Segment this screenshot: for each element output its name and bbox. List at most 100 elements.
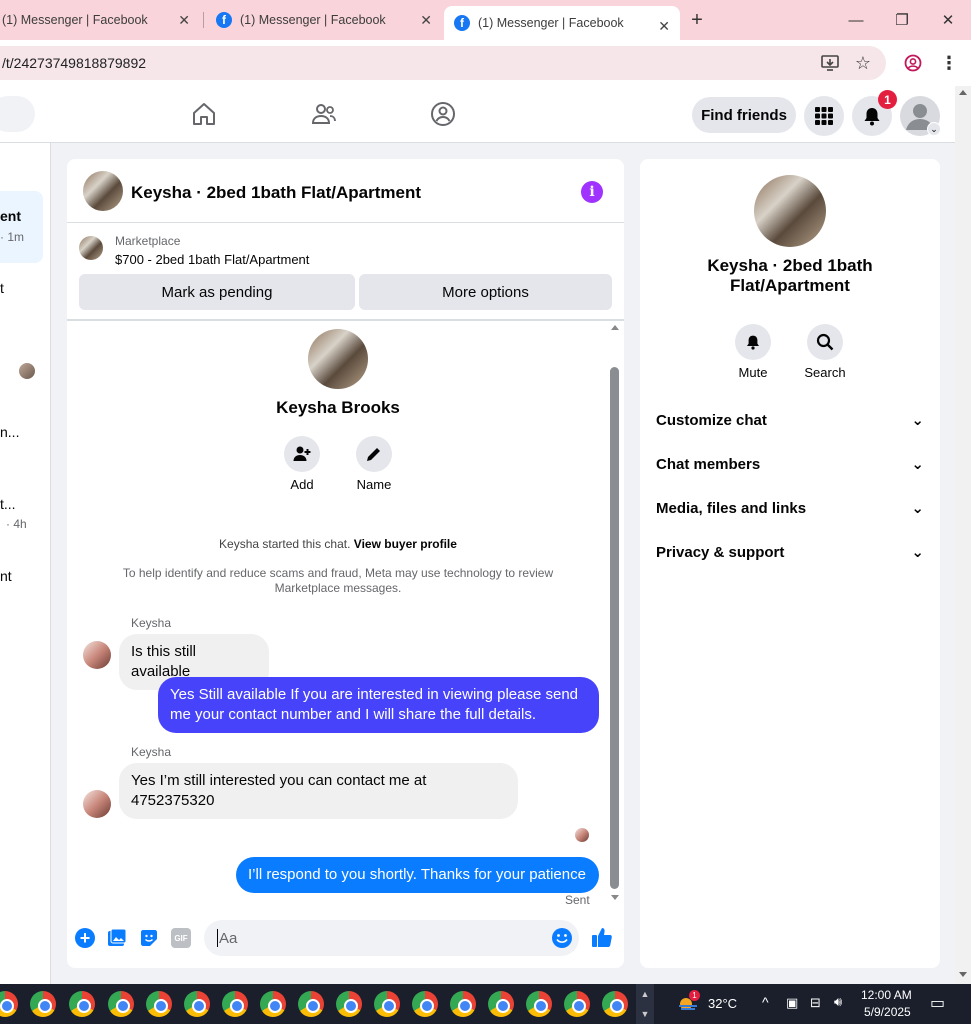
message-input[interactable]: Aa: [204, 920, 579, 956]
chat-avatar[interactable]: [83, 171, 123, 211]
name-button[interactable]: [356, 436, 392, 472]
privacy-support-section[interactable]: Privacy & support ⌄: [656, 540, 924, 564]
chrome-taskbar-icon[interactable]: [260, 991, 286, 1017]
chat-item-time: · 1m: [0, 230, 24, 244]
more-options-button[interactable]: More options: [359, 274, 612, 310]
home-icon[interactable]: [190, 100, 218, 128]
scroll-up-arrow[interactable]: [611, 325, 619, 330]
close-tab-icon[interactable]: ✕: [178, 12, 190, 29]
thumbs-up-icon[interactable]: [591, 926, 613, 948]
chrome-taskbar-icon[interactable]: [450, 991, 476, 1017]
chevron-up-icon[interactable]: ^: [762, 994, 769, 1010]
browser-tab-3-active[interactable]: f (1) Messenger | Facebook ✕: [444, 6, 680, 40]
details-avatar[interactable]: [754, 175, 826, 247]
add-button[interactable]: [284, 436, 320, 472]
chrome-taskbar-icon[interactable]: [488, 991, 514, 1017]
scroll-down-arrow[interactable]: [611, 895, 619, 900]
chrome-taskbar-icon[interactable]: [146, 991, 172, 1017]
chrome-taskbar-icon[interactable]: [374, 991, 400, 1017]
notification-center-icon[interactable]: ▭: [930, 993, 945, 1013]
outgoing-message[interactable]: I’ll respond to you shortly. Thanks for …: [236, 857, 599, 893]
network-icon[interactable]: ⊟: [810, 995, 821, 1011]
browser-tab-2[interactable]: f (1) Messenger | Facebook ✕: [206, 0, 442, 40]
chevron-down-icon[interactable]: ⌄: [927, 122, 941, 136]
chrome-taskbar-icon[interactable]: [184, 991, 210, 1017]
chat-item-title[interactable]: nt: [0, 568, 12, 584]
new-tab-button[interactable]: +: [683, 8, 711, 32]
page-scrollbar[interactable]: [955, 86, 971, 984]
chats-sidebar: ent · 1m t n... t... · 4h nt: [0, 143, 51, 984]
clock-time[interactable]: 12:00 AM: [861, 988, 912, 1002]
info-icon[interactable]: i: [581, 181, 603, 203]
chrome-taskbar-icon[interactable]: [30, 991, 56, 1017]
chrome-taskbar-icon[interactable]: [69, 991, 95, 1017]
window-close-icon[interactable]: ✕: [934, 8, 962, 32]
mark-pending-button[interactable]: Mark as pending: [79, 274, 355, 310]
gif-label: GIF: [174, 933, 188, 943]
scroll-down-arrow[interactable]: [959, 972, 967, 977]
profile-icon[interactable]: [903, 53, 923, 73]
sender-avatar[interactable]: [83, 641, 111, 669]
chat-members-section[interactable]: Chat members ⌄: [656, 452, 924, 476]
friends-icon[interactable]: [310, 100, 338, 128]
chat-item-title[interactable]: t...: [0, 496, 16, 512]
conversation-panel: Keysha · 2bed 1bath Flat/Apartment i Mar…: [67, 159, 624, 968]
plus-icon[interactable]: +: [75, 928, 95, 948]
view-buyer-profile-link[interactable]: View buyer profile: [354, 537, 457, 551]
chrome-taskbar-icon[interactable]: [298, 991, 324, 1017]
minimize-icon[interactable]: —: [842, 8, 870, 32]
search-bar-edge[interactable]: [0, 96, 35, 132]
message-placeholder: Aa: [219, 929, 238, 947]
bookmark-star-icon[interactable]: ☆: [853, 53, 873, 73]
sticker-icon[interactable]: [139, 928, 159, 948]
listing-title[interactable]: $700 - 2bed 1bath Flat/Apartment: [115, 252, 309, 267]
sender-avatar[interactable]: [83, 790, 111, 818]
clock-date[interactable]: 5/9/2025: [864, 1005, 911, 1019]
chat-item-title[interactable]: t: [0, 280, 4, 296]
address-bar[interactable]: /t/24273749818879892: [0, 46, 886, 80]
restore-icon[interactable]: ❐: [888, 8, 916, 32]
find-friends-button[interactable]: Find friends: [692, 97, 796, 133]
menu-grid-button[interactable]: [804, 96, 844, 136]
customize-chat-section[interactable]: Customize chat ⌄: [656, 408, 924, 432]
meet-now-icon[interactable]: ▣: [786, 995, 798, 1011]
chrome-taskbar-icon[interactable]: [222, 991, 248, 1017]
close-tab-icon[interactable]: ✕: [420, 12, 432, 29]
chrome-taskbar-icon[interactable]: [336, 991, 362, 1017]
chrome-taskbar-icon[interactable]: [602, 991, 628, 1017]
search-button[interactable]: [807, 324, 843, 360]
browser-menu-icon[interactable]: ⋮: [939, 53, 959, 73]
install-app-icon[interactable]: [820, 53, 840, 73]
mute-button[interactable]: [735, 324, 771, 360]
chrome-taskbar-icon[interactable]: [0, 991, 18, 1017]
browser-tab-strip: (1) Messenger | Facebook ✕ f (1) Messeng…: [0, 0, 971, 40]
chat-list-item-selected[interactable]: ent · 1m: [0, 191, 43, 263]
chrome-taskbar-icon[interactable]: [526, 991, 552, 1017]
facebook-icon: f: [454, 15, 470, 31]
listing-thumbnail[interactable]: [79, 236, 103, 260]
temperature[interactable]: 32°C: [708, 996, 737, 1011]
chrome-taskbar-icon[interactable]: [108, 991, 134, 1017]
chrome-taskbar-icon[interactable]: [564, 991, 590, 1017]
message-thread: Keysha Brooks Add Name Keysha started th…: [67, 323, 624, 915]
close-tab-icon[interactable]: ✕: [658, 18, 670, 35]
chrome-taskbar-icon[interactable]: [412, 991, 438, 1017]
volume-icon[interactable]: 🔊︎: [834, 994, 842, 1010]
scroll-thumb[interactable]: [610, 367, 619, 889]
chat-title[interactable]: Keysha · 2bed 1bath Flat/Apartment: [131, 183, 421, 203]
outgoing-message[interactable]: Yes Still available If you are intereste…: [158, 677, 599, 733]
scroll-up-arrow[interactable]: [959, 90, 967, 95]
emoji-icon[interactable]: [551, 927, 573, 949]
profile-avatar[interactable]: [308, 329, 368, 389]
chat-scrollbar[interactable]: [609, 323, 622, 903]
chevron-down-icon[interactable]: ▼: [641, 1009, 650, 1019]
groups-icon[interactable]: [429, 100, 457, 128]
incoming-message[interactable]: Yes I’m still interested you can contact…: [119, 763, 518, 819]
photo-icon[interactable]: [107, 928, 127, 948]
browser-tab-1[interactable]: (1) Messenger | Facebook ✕: [0, 0, 200, 40]
taskbar-scroll[interactable]: ▲ ▼: [636, 984, 654, 1024]
media-files-links-section[interactable]: Media, files and links ⌄: [656, 496, 924, 520]
chevron-up-icon[interactable]: ▲: [641, 989, 650, 999]
chat-item-title[interactable]: n...: [0, 424, 19, 440]
gif-icon[interactable]: GIF: [171, 928, 191, 948]
